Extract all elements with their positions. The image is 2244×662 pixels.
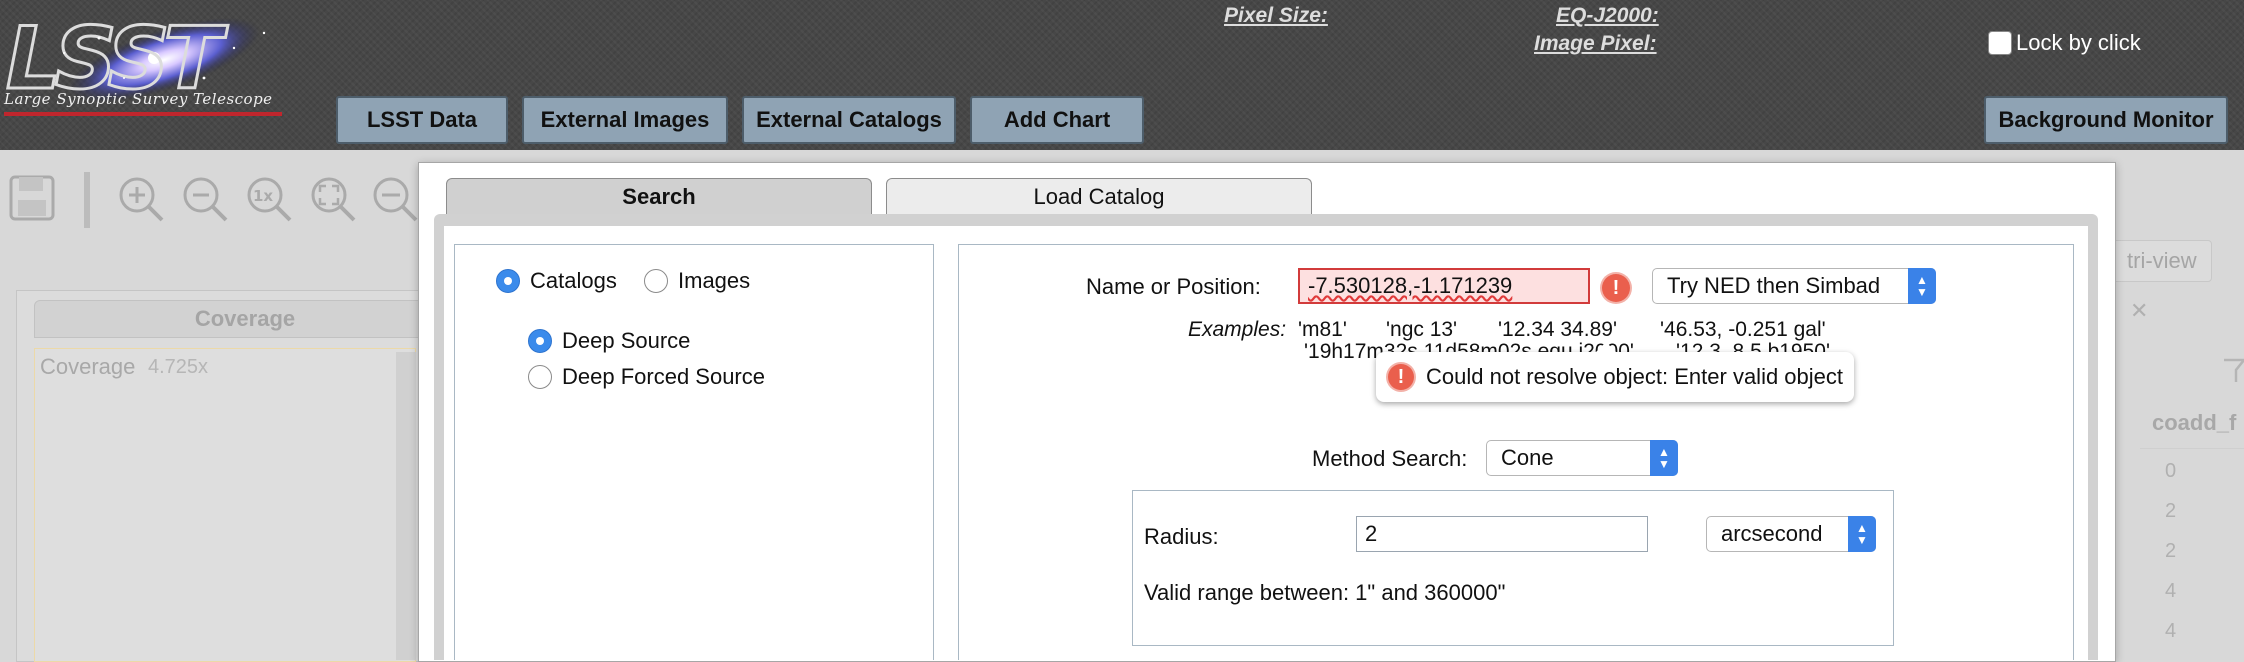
radius-unit-value: arcsecond — [1721, 521, 1823, 546]
logo-underline — [4, 112, 282, 116]
position-value: -7.530128,-1.171239 — [1308, 273, 1513, 298]
example-item: 'm81' — [1298, 318, 1347, 341]
add-chart-button[interactable]: Add Chart — [970, 96, 1144, 144]
tri-view-button[interactable]: tri-view — [2112, 240, 2212, 282]
example-item: 'ngc 13' — [1386, 318, 1458, 341]
radio-unselected-icon[interactable] — [528, 365, 552, 389]
radio-deep-forced-source[interactable]: Deep Forced Source — [528, 364, 765, 390]
radius-input[interactable]: 2 — [1356, 516, 1648, 552]
image-pixel-readout: Image Pixel: — [1534, 32, 1657, 55]
lock-label: Lock by click — [2016, 30, 2141, 55]
radio-images-label: Images — [678, 268, 751, 293]
error-tooltip: ! Could not resolve object: Enter valid … — [1376, 342, 1854, 402]
table-cell: 4 — [2165, 620, 2177, 642]
radio-selected-icon[interactable] — [496, 269, 520, 293]
method-search-value: Cone — [1501, 445, 1554, 470]
chevron-updown-icon: ▲ ▼ — [1848, 516, 1876, 552]
radio-deep-source[interactable]: Deep Source — [528, 328, 690, 354]
radius-label: Radius: — [1144, 524, 1219, 549]
zoom-1x-icon[interactable]: 1x — [244, 174, 294, 224]
background-monitor-button[interactable]: Background Monitor — [1984, 96, 2228, 144]
lock-checkbox[interactable] — [1988, 31, 2012, 55]
external-catalogs-button[interactable]: External Catalogs — [742, 96, 956, 144]
radio-selected-icon[interactable] — [528, 329, 552, 353]
table-cell: 2 — [2165, 500, 2177, 522]
table-column-header: coadd_f — [2152, 410, 2237, 435]
radio-unselected-icon[interactable] — [644, 269, 668, 293]
radio-deep-source-label: Deep Source — [562, 328, 691, 353]
zoom-out-icon[interactable] — [180, 174, 230, 224]
table-cell: 0 — [2165, 460, 2177, 482]
lsst-data-button[interactable]: LSST Data — [336, 96, 508, 144]
method-search-select[interactable]: Cone ▲ ▼ — [1486, 440, 1678, 476]
eq-j2000-readout: EQ-J2000: — [1556, 4, 1659, 27]
radius-value: 2 — [1365, 521, 1378, 546]
example-item: '46.53, -0.251 gal' — [1660, 318, 1826, 341]
coverage-label: Coverage — [40, 354, 136, 379]
name-or-position-label: Name or Position: — [1086, 274, 1261, 299]
coverage-view — [34, 348, 416, 662]
save-icon[interactable] — [8, 174, 56, 222]
error-tooltip-text: Could not resolve object: Enter valid ob… — [1426, 364, 1844, 389]
header-banner: LSST Large Synoptic Survey Telescope Pix… — [0, 0, 2244, 152]
example-item: '12.34 34.89' — [1498, 318, 1617, 341]
coverage-tab[interactable]: Coverage — [34, 300, 456, 338]
zoom-in-icon[interactable] — [116, 174, 166, 224]
error-icon[interactable]: ! — [1602, 274, 1630, 302]
radio-catalogs-label: Catalogs — [530, 268, 617, 293]
radio-catalogs[interactable]: Catalogs — [496, 268, 617, 294]
chevron-updown-icon: ▲ ▼ — [1650, 440, 1678, 476]
error-icon: ! — [1388, 364, 1414, 390]
zoom-1x-text: 1x — [253, 187, 273, 205]
radius-range-text: Valid range between: 1" and 360000" — [1144, 580, 1506, 605]
close-icon[interactable]: ✕ — [2130, 298, 2148, 324]
logo-subtitle: Large Synoptic Survey Telescope — [4, 90, 273, 108]
external-images-button[interactable]: External Images — [522, 96, 728, 144]
radius-unit-select[interactable]: arcsecond ▲ ▼ — [1706, 516, 1876, 552]
resolver-select-value: Try NED then Simbad — [1667, 273, 1881, 298]
tab-load-catalog[interactable]: Load Catalog — [886, 178, 1312, 214]
method-search-label: Method Search: — [1312, 446, 1468, 471]
cone-parameters-box — [1132, 490, 1894, 646]
catalog-chooser-panel — [454, 244, 934, 660]
coverage-scrollbar[interactable] — [396, 352, 416, 660]
table-cell: 4 — [2165, 580, 2177, 602]
radio-images[interactable]: Images — [644, 268, 750, 294]
resolver-select[interactable]: Try NED then Simbad ▲ ▼ — [1652, 268, 1936, 304]
examples-label: Examples: — [1188, 318, 1287, 341]
zoom-fill-icon[interactable] — [370, 174, 420, 224]
lock-by-click[interactable]: Lock by click — [1988, 30, 2141, 56]
zoom-fit-icon[interactable] — [308, 174, 358, 224]
filter-icon[interactable] — [2222, 356, 2244, 386]
chevron-updown-icon: ▲ ▼ — [1908, 268, 1936, 304]
table-divider — [2140, 448, 2244, 449]
radio-deep-forced-source-label: Deep Forced Source — [562, 364, 765, 389]
coverage-zoom-level: 4.725x — [148, 356, 209, 378]
name-or-position-input[interactable]: -7.530128,-1.171239 — [1298, 268, 1590, 304]
toolbar-divider — [84, 172, 90, 228]
pixel-size-readout: Pixel Size: — [1224, 4, 1328, 27]
tab-search[interactable]: Search — [446, 178, 872, 214]
table-cell: 2 — [2165, 540, 2177, 562]
